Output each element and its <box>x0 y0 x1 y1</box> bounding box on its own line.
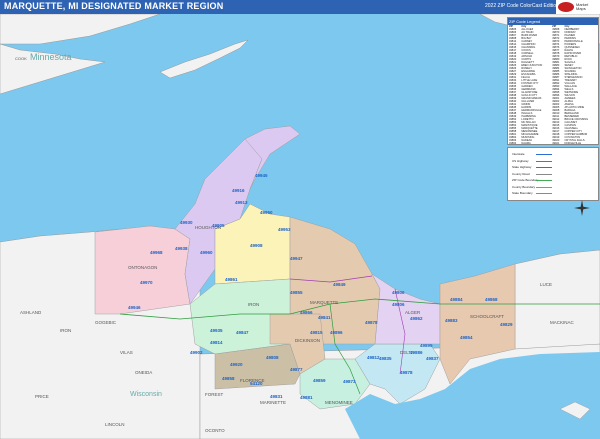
legend-table: ZIP City ZIP City 49805 ALLOUEZ 49868 NEWBERRY… <box>508 25 598 144</box>
zip-label: 49855 <box>290 290 303 295</box>
zip-label: 49868 <box>485 297 498 302</box>
key-item-swatch <box>536 154 552 155</box>
label-dickinson: DICKINSON <box>295 338 320 343</box>
zip-label: 49881 <box>300 395 313 400</box>
zip-label: 49938 <box>175 246 188 251</box>
label-vilas: VILAS <box>120 350 133 355</box>
zip-label: 49835 <box>379 356 392 361</box>
label-cook: COOK <box>15 56 27 61</box>
zip-label: 49895 <box>420 343 433 348</box>
zip-label: 49920 <box>230 362 243 367</box>
zip-label: 49878 <box>365 320 378 325</box>
county-ontonagon <box>94 225 191 315</box>
zip-label: 49905 <box>212 223 225 228</box>
zip-label: 49815 <box>310 330 323 335</box>
zip-label: 49873 <box>343 379 356 384</box>
label-iron-wi: IRON <box>60 328 71 333</box>
zip-label: 49896 <box>330 330 343 335</box>
publisher-logo: Market Maps <box>556 0 600 14</box>
zip-label: 49841 <box>318 315 331 320</box>
zip-label: 49849 <box>333 282 346 287</box>
zip-label: 49858 <box>222 376 235 381</box>
zip-label: 49812 <box>367 355 380 360</box>
zip-label: 49847 <box>236 330 249 335</box>
label-oconto: OCONTO <box>205 428 225 433</box>
zip-label: 49837 <box>426 356 439 361</box>
label-minnesota: Minnesota <box>30 52 72 62</box>
key-item-swatch <box>536 167 552 168</box>
land-luce <box>514 249 600 350</box>
map-key: Interstate US Highway State Highway County … <box>507 147 599 201</box>
key-item-swatch <box>536 160 552 162</box>
label-luce: LUCE <box>540 282 552 287</box>
zip-label: 49877 <box>290 367 303 372</box>
key-item-swatch <box>536 186 552 188</box>
key-item-label: State Highway <box>512 165 532 169</box>
zip-label: 49859 <box>313 378 326 383</box>
label-iron: IRON <box>248 302 259 307</box>
label-price: PRICE <box>35 394 49 399</box>
key-item-label: Interstate <box>512 152 525 156</box>
zip-label: 49854 <box>460 335 473 340</box>
zip-label: 49806 <box>392 302 405 307</box>
label-lincoln: LINCOLN <box>105 422 125 427</box>
map-title: MARQUETTE, MI DESIGNATED MARKET REGION <box>4 1 224 11</box>
zip-label: 49806 <box>392 290 405 295</box>
logo-text: Market Maps <box>576 2 589 11</box>
label-menominee: MENOMINEE <box>325 400 353 405</box>
zip-label: 49866 <box>300 310 313 315</box>
zip-legend: ZIP Code Legend ZIP City ZIP City 49805 ALLO… <box>507 17 599 145</box>
zip-label: 49883 <box>445 318 458 323</box>
label-ashland: ASHLAND <box>20 310 42 315</box>
label-mackinac: MACKINAC <box>550 320 575 325</box>
zip-label: 49808 <box>266 355 279 360</box>
label-marquette: MARQUETTE <box>310 300 338 305</box>
label-ontonagon: ONTONAGON <box>128 265 157 270</box>
compass-rose-icon <box>574 200 590 216</box>
zip-label: 49947 <box>290 256 303 261</box>
zip-label: 49946 <box>128 305 141 310</box>
key-item-label: County Road <box>512 171 530 176</box>
label-wisconsin: Wisconsin <box>130 391 162 398</box>
zip-label: 49913 <box>235 200 248 205</box>
logo-mark-icon <box>558 2 574 12</box>
key-item-label: US Highway <box>512 158 529 163</box>
zip-label: 49908 <box>250 243 263 248</box>
zip-label: 49814 <box>210 340 223 345</box>
title-bar: MARQUETTE, MI DESIGNATED MARKET REGION 2… <box>0 0 600 14</box>
legend-header: ZIP Code Legend <box>508 18 598 25</box>
zip-label: 49829 <box>500 322 513 327</box>
zip-label: 49930 <box>180 220 193 225</box>
zip-label: 49884 <box>450 297 463 302</box>
label-forest: FOREST <box>205 392 224 397</box>
zip-label: 49886 <box>410 350 423 355</box>
zip-label: 49862 <box>410 316 423 321</box>
zip-label: 49960 <box>200 250 213 255</box>
zip-label: 49945 <box>255 173 268 178</box>
zip-label: 49831 <box>270 394 283 399</box>
label-oneida: ONEIDA <box>135 370 152 375</box>
zip-label: 49878 <box>400 370 413 375</box>
zip-label: 49950 <box>260 210 273 215</box>
zip-label: 49902 <box>190 350 203 355</box>
zip-label: 49861 <box>225 277 238 282</box>
zip-label: 49968 <box>150 250 163 255</box>
zip-label: 49916 <box>232 188 245 193</box>
key-item-swatch <box>536 180 552 181</box>
label-marinette: MARINETTE <box>260 400 286 405</box>
label-schoolcraft: SCHOOLCRAFT <box>470 314 504 319</box>
key-item-label: ZIP Code Boundary <box>512 178 539 182</box>
label-gogebic: GOGEBIC <box>95 320 117 325</box>
label-alger: ALGER <box>405 310 421 315</box>
key-item-label: State Boundary <box>512 191 533 195</box>
zip-label: 49953 <box>278 227 291 232</box>
key-item-label: County Boundary <box>512 184 536 189</box>
zip-label: 54120 <box>250 381 263 386</box>
zip-label: 49935 <box>210 328 223 333</box>
edition-label: 2022 ZIP Code ColorCast Edition <box>485 3 559 9</box>
key-item-swatch <box>536 173 552 175</box>
zip-label: 49970 <box>140 280 153 285</box>
key-item-swatch <box>536 193 552 194</box>
